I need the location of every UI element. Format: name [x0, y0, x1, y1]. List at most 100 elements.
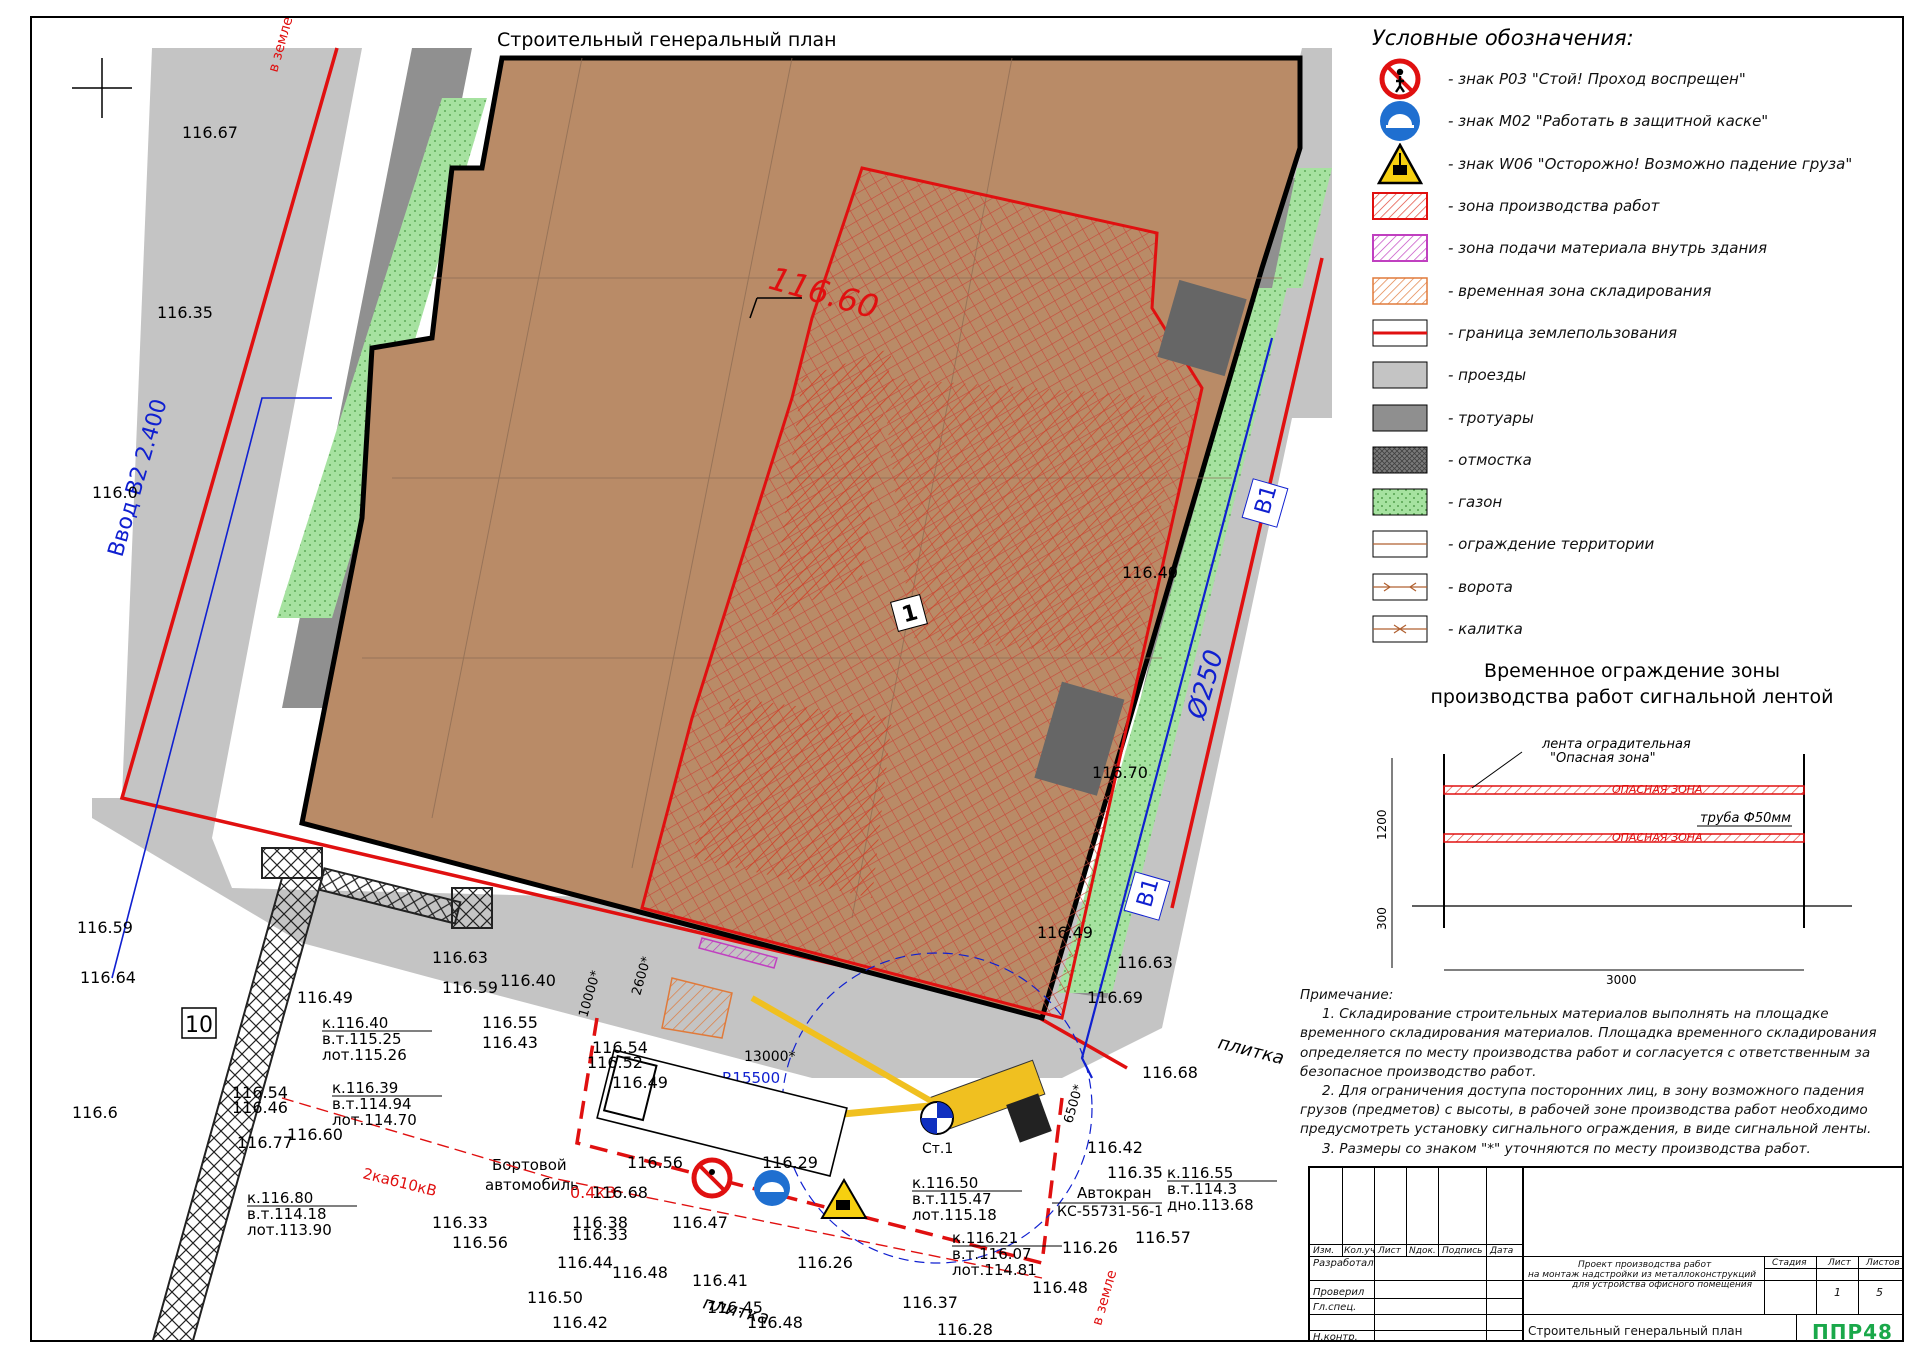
legend-item-stop: - знак Р03 "Стой! Проход воспрещен"	[1352, 58, 1892, 100]
fence-title-line-1: Временное ограждение зоны	[1484, 660, 1780, 682]
elevation-label: 116.59	[77, 918, 133, 937]
title-block: Изм. Кол.уч Лист Nдок. Подпись Дата Разр…	[1308, 1166, 1902, 1342]
legend-title: Условные обозначения:	[1372, 26, 1634, 50]
fence-swatch	[1372, 530, 1428, 558]
elevation-label: 116.69	[1087, 988, 1143, 1007]
project-line-3: для устройства офисного помещения	[1572, 1280, 1753, 1290]
elevation-label: 116.33	[572, 1225, 628, 1244]
elevation-label: 116.49	[1037, 923, 1093, 942]
elevation-label: 116.44	[557, 1253, 613, 1272]
elevation-label: 116.70	[1092, 763, 1148, 782]
crane-label: Автокран	[1077, 1184, 1152, 1202]
legend-label: - временная зона складирования	[1448, 281, 1712, 300]
legend-label: - проезды	[1448, 366, 1527, 385]
note-3: 3. Размеры со знаком "*" уточняются по м…	[1322, 1140, 1811, 1157]
elevation-label: 116.48	[612, 1263, 668, 1282]
elevation-label: 116.6	[72, 1103, 118, 1122]
elevation-label: 116.64	[80, 968, 136, 987]
elevation-label: 116.0	[92, 483, 138, 502]
legend-label: - зона подачи материала внутрь здания	[1448, 239, 1768, 258]
elevation-label: 116.50	[527, 1288, 583, 1307]
legend-label: - ограждение территории	[1448, 535, 1655, 554]
fence-title-line-2: производства работ сигнальной лентой	[1430, 686, 1834, 708]
callout-line: лот.114.70	[332, 1111, 417, 1129]
elevation-label: 116.43	[482, 1033, 538, 1052]
elevation-label: 116.63	[1117, 953, 1173, 972]
elevation-label: 116.42	[552, 1313, 608, 1332]
work-zone-hatch-3	[882, 378, 1182, 658]
row-nkontr: Н.контр.	[1313, 1332, 1358, 1342]
dim-13000: 13000*	[744, 1049, 796, 1065]
elevation-label: 116.49	[297, 988, 353, 1007]
elevation-label: 116.26	[1062, 1238, 1118, 1257]
dim-height: 1200	[1375, 809, 1389, 840]
callout-line: лот.115.26	[322, 1046, 407, 1064]
legend-item-sidewalk: - тротуары	[1352, 396, 1892, 438]
fence-detail-title: Временное ограждение зоны производства р…	[1372, 658, 1892, 710]
north-cross-icon	[72, 58, 132, 118]
col-list: Лист	[1378, 1246, 1401, 1256]
sheets-label: Листов	[1866, 1258, 1900, 1268]
supply-zone-swatch	[1372, 234, 1428, 263]
elevation-label: 116.57	[1135, 1228, 1191, 1247]
row-razrab: Разработал	[1313, 1258, 1374, 1269]
falling-load-sign-icon	[1377, 142, 1423, 184]
notes: Примечание: 1. Складирование строительны…	[1300, 986, 1900, 1159]
legend-item-storage-zone: - временная зона складирования	[1352, 269, 1892, 311]
elevation-label: 116.59	[442, 978, 498, 997]
helmet-sign-icon	[1380, 101, 1420, 142]
elevation-label: 116.55	[482, 1013, 538, 1032]
work-zone-swatch	[1372, 192, 1428, 221]
col-kol: Кол.уч	[1344, 1246, 1376, 1256]
note-1: 1. Складирование строительных материалов…	[1300, 1006, 1877, 1080]
elevation-label: 116.52	[587, 1053, 643, 1072]
legend-label: - калитка	[1448, 620, 1523, 638]
lawn-swatch	[1372, 488, 1428, 516]
legend-item-gate: - ворота	[1352, 566, 1892, 608]
elevation-label: 116.68	[592, 1183, 648, 1202]
stop-sign-icon	[1379, 58, 1421, 100]
legend-label: - тротуары	[1448, 408, 1534, 427]
legend-label: - знак Р03 "Стой! Проход воспрещен"	[1448, 70, 1746, 89]
elevation-label: 116.67	[182, 123, 238, 142]
legend-item-work-zone: - зона производства работ	[1352, 185, 1892, 227]
tape-text-top: ОПАСНАЯ ЗОНА	[1612, 783, 1703, 796]
elevation-label: 116.35	[1107, 1163, 1163, 1182]
callout-line: лот.114.81	[952, 1261, 1037, 1279]
legend-item-wicket: - калитка	[1352, 608, 1892, 650]
legend-label: - граница землепользования	[1448, 323, 1678, 342]
elevation-label: 116.42	[1087, 1138, 1143, 1157]
elevation-label: 116.56	[627, 1153, 683, 1172]
dim-6500: 6500*	[1061, 1082, 1086, 1125]
elevation-label: 116.63	[432, 948, 488, 967]
boundary-swatch	[1372, 319, 1428, 347]
row-proveril: Проверил	[1313, 1287, 1365, 1298]
legend-label: - отмостка	[1448, 450, 1532, 469]
legend-item-boundary: - граница землепользования	[1352, 312, 1892, 354]
elevation-label: 116.33	[432, 1213, 488, 1232]
elevation-label: 116.68	[1142, 1063, 1198, 1082]
fence-detail-drawing: ОПАСНАЯ ЗОНА ОПАСНАЯ ЗОНА лента оградите…	[1375, 737, 1852, 987]
legend-item-driveway: - проезды	[1352, 354, 1892, 396]
sheets-total: 5	[1876, 1286, 1883, 1299]
elevation-label: 116.49	[612, 1073, 668, 1092]
dim-width: 3000	[1606, 973, 1637, 987]
elevation-label: 116.41	[692, 1271, 748, 1290]
project-line-2: на монтаж надстройки из металлоконструкц…	[1528, 1270, 1757, 1280]
elevation-label: 116.48	[747, 1313, 803, 1332]
elevation-label: 116.46	[232, 1098, 288, 1117]
pipe-label: труба Ф50мм	[1700, 811, 1791, 826]
elevation-label: 116.35	[157, 303, 213, 322]
row-glspec: Гл.спец.	[1313, 1302, 1357, 1313]
legend-label: - знак W06 "Осторожно! Возможно падение …	[1448, 154, 1853, 173]
project-line-1: Проект производства работ	[1578, 1260, 1712, 1270]
tape-label-2: "Опасная зона"	[1550, 751, 1656, 766]
blind-area-swatch	[1372, 446, 1428, 474]
col-podp: Подпись	[1442, 1246, 1483, 1256]
tile-label-2: плитка	[1216, 1032, 1286, 1069]
elevation-label: 116.47	[672, 1213, 728, 1232]
callout-line: дно.113.68	[1167, 1196, 1254, 1214]
callout-line: лот.115.18	[912, 1206, 997, 1224]
road-number: 10	[185, 1013, 213, 1038]
falling-load-sign-icon	[820, 1178, 868, 1219]
